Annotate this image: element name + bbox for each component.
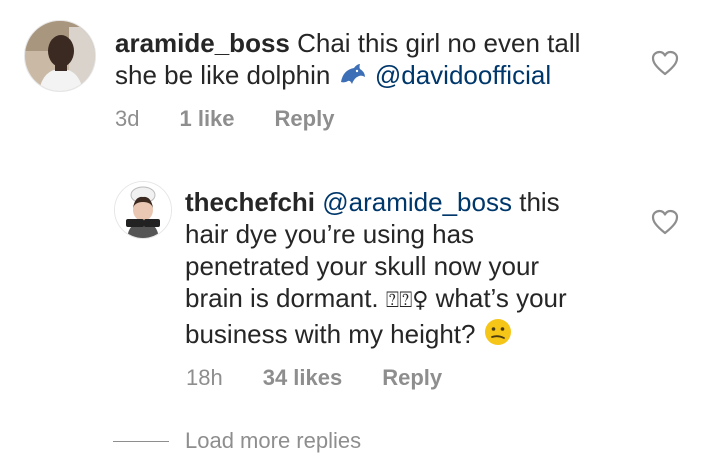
mention-link[interactable]: @aramide_boss: [322, 187, 512, 217]
likes-count[interactable]: 1 like: [179, 106, 234, 132]
like-heart-icon[interactable]: [651, 209, 679, 235]
load-more-label[interactable]: Load more replies: [185, 428, 361, 454]
comment-line-4: brain is dormant. ⍰⍰♀ what’s your: [185, 282, 665, 317]
comment-meta: 3d 1 like Reply: [115, 106, 334, 132]
comment-body: Chai this girl no even tall: [297, 28, 581, 58]
load-more-replies[interactable]: Load more replies: [113, 428, 361, 454]
comment-body: brain is dormant.: [185, 283, 379, 313]
comment-thechefchi: thechefchi @aramide_boss this hair dye y…: [0, 160, 720, 410]
comment-body: business with my height?: [185, 319, 476, 349]
reply-button[interactable]: Reply: [275, 106, 335, 132]
comment-line-5: business with my height?: [185, 317, 665, 354]
chef-logo-icon: [115, 182, 171, 238]
mention-link[interactable]: @davidoofficial: [375, 60, 551, 90]
comment-text: aramide_boss Chai this girl no even tall…: [115, 27, 675, 95]
comment-line-1: thechefchi @aramide_boss this: [185, 186, 665, 218]
username[interactable]: thechefchi: [185, 187, 315, 217]
unrendered-glyph: ⍰⍰♀: [385, 288, 429, 313]
avatar[interactable]: [114, 181, 172, 239]
comment-line-3: penetrated your skull now your: [185, 251, 540, 281]
comment-body: she be like dolphin: [115, 60, 331, 90]
comment-text: thechefchi @aramide_boss this hair dye y…: [185, 186, 665, 354]
likes-count[interactable]: 34 likes: [263, 365, 343, 391]
username[interactable]: aramide_boss: [115, 28, 290, 58]
timestamp: 3d: [115, 106, 140, 131]
timestamp: 18h: [186, 365, 223, 390]
divider-line: [113, 440, 169, 442]
avatar[interactable]: [24, 20, 96, 92]
comment-body: what’s your: [435, 283, 567, 313]
comment-body: this: [519, 187, 560, 217]
comment-line-2: she be like dolphin @davidoofficial: [115, 59, 675, 95]
like-heart-icon[interactable]: [651, 50, 679, 76]
comment-aramide-boss: aramide_boss Chai this girl no even tall…: [0, 0, 720, 140]
comment-line-2: hair dye you’re using has: [185, 219, 475, 249]
comment-line-1: aramide_boss Chai this girl no even tall: [115, 27, 675, 59]
reply-button[interactable]: Reply: [382, 365, 442, 391]
user-photo-icon: [25, 21, 95, 91]
comment-meta: 18h 34 likes Reply: [186, 365, 442, 391]
confused-face-icon: [483, 317, 513, 354]
dolphin-icon: [338, 62, 368, 95]
